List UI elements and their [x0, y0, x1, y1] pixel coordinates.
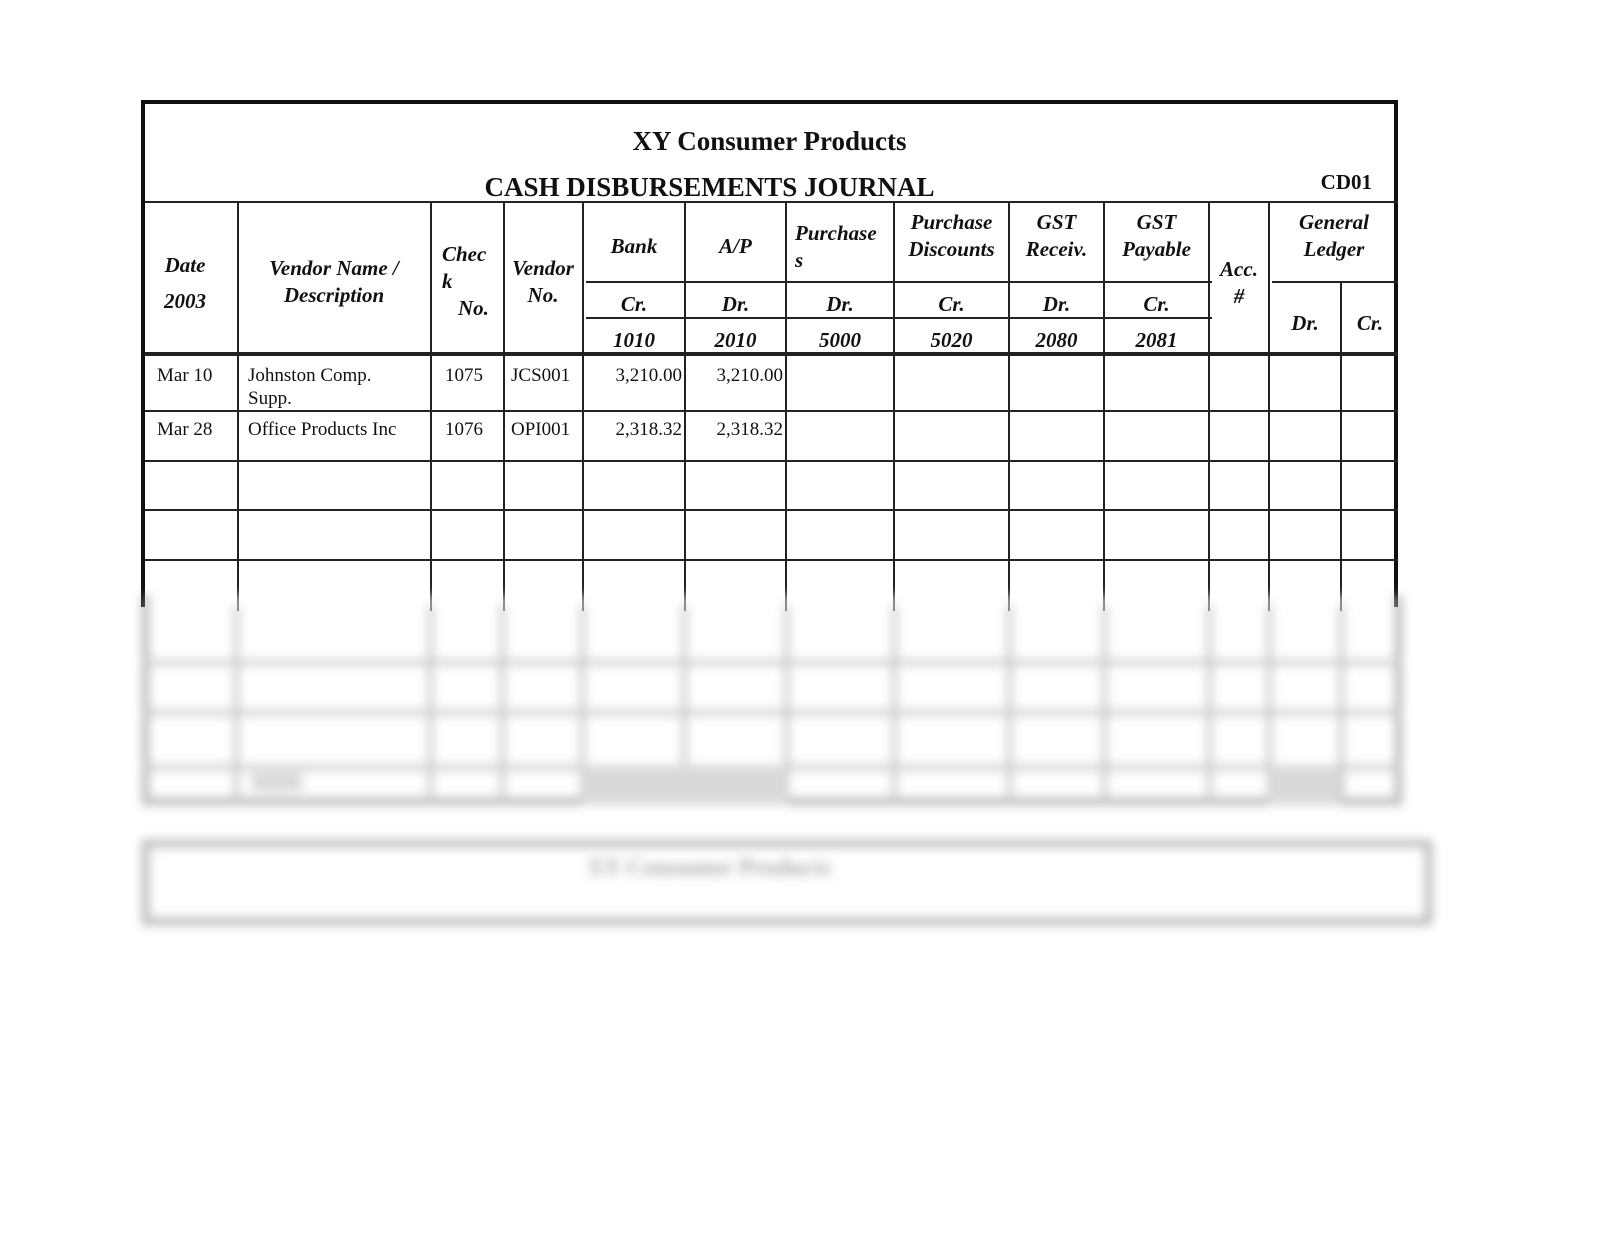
header-gst-receiv-side: Dr.: [1042, 292, 1071, 316]
header-date-label: Date: [164, 253, 206, 277]
journal-code: CD01: [1320, 170, 1372, 194]
header-gst-receiv-line2: Receiv.: [1025, 237, 1088, 261]
blurred-second-table-title: XY Consumer Products: [587, 855, 831, 881]
header-gst-receiv-line1: GST: [1036, 210, 1077, 234]
header-purchase-discounts-account: 5020: [930, 328, 973, 352]
row-check-no: 1076: [445, 419, 483, 440]
header-date: Date 2003: [149, 252, 221, 315]
row-vendor-line1: Office Products Inc: [248, 419, 397, 440]
header-gl-line2: Ledger: [1303, 237, 1365, 261]
row-ap-dr: 2,318.32: [716, 419, 784, 440]
header-ap: A/P: [719, 234, 752, 258]
gl-subheader-line: [1272, 281, 1398, 283]
header-purchase-discounts-line2: Discounts: [908, 237, 995, 261]
header-gst-payable-side: Cr.: [1143, 292, 1170, 316]
blurred-col-line: [1339, 605, 1344, 805]
header-purchases: Purchase s: [795, 220, 891, 274]
header-vendor-no-line1: Vendor: [512, 256, 574, 280]
header-gst-payable: GST Payable: [1105, 209, 1208, 263]
header-gl-cr: Cr.: [1356, 311, 1384, 335]
header-vendor-name-line1: Vendor Name /: [269, 256, 399, 280]
row-date: Mar 28: [157, 419, 213, 440]
row-check-no: 1075: [445, 365, 483, 386]
blurred-col-line: [500, 605, 505, 805]
journal-title: CASH DISBURSEMENTS JOURNAL: [484, 172, 935, 202]
row-line: [145, 410, 1398, 412]
header-check-no: Chec k No.: [436, 241, 502, 322]
row-line: [145, 559, 1398, 561]
header-ap-account: 2010: [714, 328, 757, 352]
blurred-col-line: [1102, 605, 1107, 805]
header-gst-payable-line1: GST: [1136, 210, 1177, 234]
blurred-preview: XY Consumer Products: [132, 595, 1432, 935]
row-line: [145, 509, 1398, 511]
header-purchases-account: 5000: [819, 328, 861, 352]
blurred-col-line: [1007, 605, 1012, 805]
blurred-col-line: [1207, 605, 1212, 805]
header-bank: Bank: [610, 234, 658, 258]
header-acc-line1: Acc.: [1220, 257, 1258, 281]
blurred-row-line: [142, 710, 1402, 715]
header-vendor-no-line2: No.: [527, 283, 559, 307]
header-general-ledger: General Ledger: [1270, 209, 1398, 263]
header-gst-receiv-account: 2080: [1035, 328, 1078, 352]
header-check-line1: Chec: [442, 242, 487, 266]
header-gl-line1: General: [1299, 210, 1369, 234]
header-vendor-no: Vendor No.: [505, 255, 581, 309]
row-vendor-no: OPI001: [511, 419, 571, 440]
blurred-row-line: [142, 660, 1402, 665]
row-bank-cr: 2,318.32: [615, 419, 683, 440]
col-divider: [785, 201, 787, 611]
blurred-col-line: [234, 605, 239, 805]
row-bank-cr: 3,210.00: [615, 365, 683, 386]
row-vendor: Office Products Inc: [248, 418, 428, 441]
header-purchase-discounts-line1: Purchase: [910, 210, 993, 234]
header-bank-side: Cr.: [620, 292, 648, 316]
header-top-line: [145, 201, 1398, 203]
cash-disbursements-journal-sheet: XY Consumer Products CASH DISBURSEMENTS …: [141, 100, 1398, 611]
header-vendor-name-line2: Description: [283, 283, 385, 307]
blurred-second-table: [142, 840, 1432, 925]
row-vendor-line1: Johnston Comp.: [248, 365, 372, 386]
header-gst-payable-line2: Payable: [1122, 237, 1191, 261]
header-check-line3: No.: [458, 296, 489, 320]
header-purchases-line2: s: [795, 248, 804, 272]
header-purchases-line1: Purchase: [795, 221, 877, 245]
blurred-col-line: [892, 605, 897, 805]
col-divider: [430, 201, 432, 611]
company-name: XY Consumer Products: [632, 126, 907, 156]
row-vendor-line2: Supp.: [248, 388, 292, 409]
row-ap-dr: 3,210.00: [716, 365, 784, 386]
header-purchases-side: Dr.: [826, 292, 854, 316]
header-acc-no: Acc. #: [1210, 256, 1268, 310]
row-vendor: Johnston Comp. Supp.: [248, 364, 428, 410]
blurred-total-cell: [582, 765, 787, 805]
blurred-total-label: [252, 773, 302, 791]
col-divider: [582, 201, 584, 611]
row-line: [145, 460, 1398, 462]
header-gst-payable-account: 2081: [1135, 328, 1178, 352]
row-vendor-no: JCS001: [511, 365, 571, 386]
header-acc-line2: #: [1233, 284, 1245, 308]
header-gst-receiv: GST Receiv.: [1010, 209, 1103, 263]
header-gl-dr: Dr.: [1291, 311, 1319, 335]
header-bank-account: 1010: [613, 328, 655, 352]
blurred-col-line: [428, 605, 433, 805]
header-check-line2: k: [442, 269, 453, 293]
header-ap-side: Dr.: [721, 292, 750, 316]
subheader-line: [586, 281, 1212, 283]
col-divider: [684, 201, 686, 611]
row-date: Mar 10: [157, 365, 213, 386]
header-date-year: 2003: [164, 289, 206, 313]
header-vendor-name: Vendor Name / Description: [239, 255, 429, 309]
header-purchase-discounts-side: Cr.: [938, 292, 965, 316]
header-purchase-discounts: Purchase Discounts: [895, 209, 1008, 263]
blurred-total-cell: [1269, 765, 1339, 805]
